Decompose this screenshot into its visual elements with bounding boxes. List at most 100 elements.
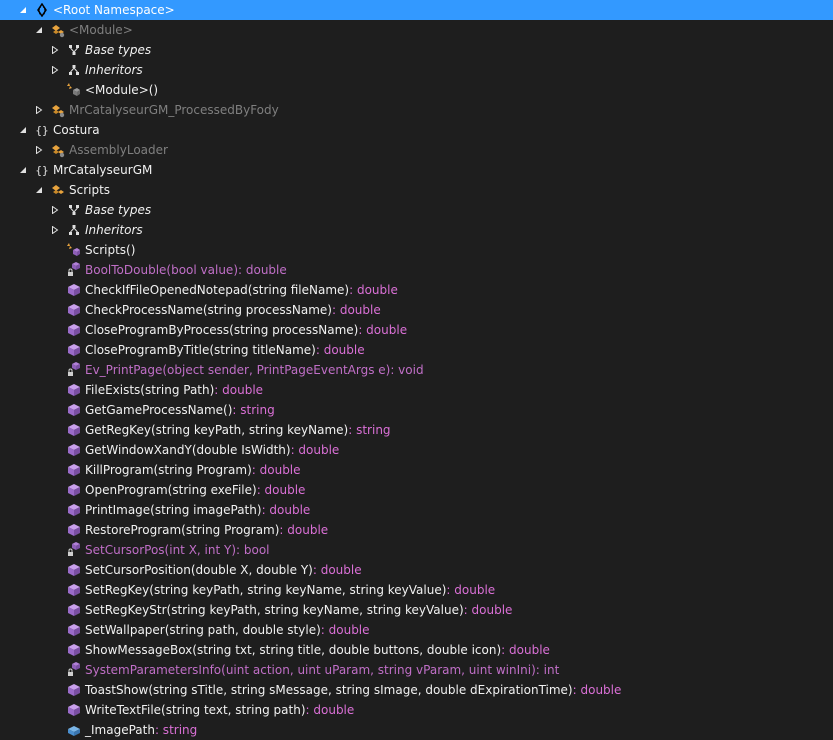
tree-node-method[interactable]: KillProgram(string Program) : double [0,460,833,480]
tree-node-method[interactable]: GetGameProcessName() : string [0,400,833,420]
member-return-type: : double [315,343,365,357]
expanded-arrow-icon[interactable] [34,185,44,195]
constructor-icon [66,242,82,258]
expanded-arrow-icon[interactable] [18,5,28,15]
class-icon [50,182,66,198]
member-signature: GetGameProcessName() [85,403,233,417]
member-return-type: : string [348,423,391,437]
assembly-tree: {} <Root Namespace> <Module> Base types … [0,0,833,737]
member-return-type: : double [501,643,550,657]
tree-node-method[interactable]: CheckProcessName(string processName) : d… [0,300,833,320]
tree-node-method[interactable]: PrintImage(string imagePath) : double [0,500,833,520]
member-return-type: : string [232,403,275,417]
tree-node-label: Scripts [69,183,111,197]
member-return-type: : int [535,663,560,677]
tree-node-field[interactable]: _ImagePath : string [0,720,833,740]
tree-node-method[interactable]: GetWindowXandY(double IsWidth) : double [0,440,833,460]
tree-node-method[interactable]: CloseProgramByTitle(string titleName) : … [0,340,833,360]
tree-node-method[interactable]: SetRegKeyStr(string keyPath, string keyN… [0,600,833,620]
tree-node-base-types[interactable]: Base types [0,200,833,220]
collapsed-arrow-icon[interactable] [50,225,60,235]
collapsed-arrow-icon[interactable] [34,105,44,115]
tree-node-method[interactable]: CheckIfFileOpenedNotepad(string fileName… [0,280,833,300]
member-signature: CloseProgramByProcess(string processName… [85,323,359,337]
class-icon [50,102,66,118]
tree-node-method[interactable]: OpenProgram(string exeFile) : double [0,480,833,500]
member-return-type: : double [331,303,381,317]
class-icon [50,142,66,158]
member-signature: FileExists(string Path) [85,383,215,397]
member-signature: BoolToDouble(bool value) [85,263,238,277]
field-icon [66,722,82,738]
svg-text:{}: {} [35,164,48,177]
tree-node-base-types[interactable]: Base types [0,40,833,60]
tree-node-method-private[interactable]: SetCursorPos(int X, int Y) : bool [0,540,833,560]
member-return-type: : double [305,703,355,717]
method-icon [66,502,82,518]
tree-node-label: Base types [85,43,152,57]
member-signature: SetRegKeyStr(string keyPath, string keyN… [85,603,464,617]
tree-node-scripts-constructor[interactable]: Scripts() [0,240,833,260]
member-return-type: : double [261,503,311,517]
tree-node-method[interactable]: SetRegKey(string keyPath, string keyName… [0,580,833,600]
tree-node-inheritors[interactable]: Inheritors [0,60,833,80]
tree-node-label: MrCatalyseurGM_ProcessedByFody [69,103,279,117]
tree-node-assembly-loader[interactable]: AssemblyLoader [0,140,833,160]
tree-node-method[interactable]: GetRegKey(string keyPath, string keyName… [0,420,833,440]
svg-text:{}: {} [35,124,48,137]
collapsed-arrow-icon[interactable] [50,65,60,75]
member-return-type: : double [290,443,340,457]
private-method-icon [66,362,82,378]
member-return-type: : void [390,363,424,377]
member-return-type: : double [358,323,408,337]
tree-node-scripts-class[interactable]: Scripts [0,180,833,200]
member-signature: GetWindowXandY(double IsWidth) [85,443,291,457]
member-signature: ToastShow(string sTitle, string sMessage… [85,683,573,697]
tree-node-processed-by-fody[interactable]: MrCatalyseurGM_ProcessedByFody [0,100,833,120]
method-icon [66,382,82,398]
tree-node-module-constructor[interactable]: <Module>() [0,80,833,100]
member-signature: Ev_PrintPage(object sender, PrintPageEve… [85,363,391,377]
tree-node-method[interactable]: FileExists(string Path) : double [0,380,833,400]
tree-node-inheritors[interactable]: Inheritors [0,220,833,240]
method-icon [66,402,82,418]
member-return-type: : double [349,283,398,297]
tree-node-label: Scripts() [85,243,136,257]
member-signature: SystemParametersInfo(uint action, uint u… [85,663,536,677]
namespace-icon: {} [34,162,50,178]
tree-node-method[interactable]: SetCursorPosition(double X, double Y) : … [0,560,833,580]
tree-node-method-private[interactable]: BoolToDouble(bool value) : double [0,260,833,280]
expanded-arrow-icon[interactable] [18,125,28,135]
member-signature: SetCursorPos(int X, int Y) [85,543,237,557]
member-signature: WriteTextFile(string text, string path) [85,703,306,717]
tree-node-method[interactable]: RestoreProgram(string Program) : double [0,520,833,540]
expanded-arrow-icon[interactable] [18,165,28,175]
tree-node-method[interactable]: CloseProgramByProcess(string processName… [0,320,833,340]
method-icon [66,322,82,338]
member-return-type: : double [251,463,301,477]
tree-node-method[interactable]: ToastShow(string sTitle, string sMessage… [0,680,833,700]
tree-node-label: Base types [85,203,152,217]
tree-node-method[interactable]: WriteTextFile(string text, string path) … [0,700,833,720]
method-icon [66,582,82,598]
base-types-icon [66,42,82,58]
tree-node-method[interactable]: SetWallpaper(string path, double style) … [0,620,833,640]
member-return-type: : double [312,563,362,577]
member-return-type: : bool [236,543,270,557]
collapsed-arrow-icon[interactable] [50,205,60,215]
tree-node-method-private[interactable]: Ev_PrintPage(object sender, PrintPageEve… [0,360,833,380]
tree-node-method[interactable]: ShowMessageBox(string txt, string title,… [0,640,833,660]
tree-node-root-namespace[interactable]: {} <Root Namespace> [0,0,833,20]
tree-node-method-private[interactable]: SystemParametersInfo(uint action, uint u… [0,660,833,680]
collapsed-arrow-icon[interactable] [50,45,60,55]
collapsed-arrow-icon[interactable] [34,145,44,155]
method-icon [66,342,82,358]
method-icon [66,442,82,458]
tree-node-mrcatalyseurgm-namespace[interactable]: {} MrCatalyseurGM [0,160,833,180]
member-signature: _ImagePath [85,723,155,737]
method-icon [66,682,82,698]
member-signature: OpenProgram(string exeFile) [85,483,257,497]
expanded-arrow-icon[interactable] [34,25,44,35]
tree-node-module-class[interactable]: <Module> [0,20,833,40]
tree-node-costura-namespace[interactable]: {} Costura [0,120,833,140]
